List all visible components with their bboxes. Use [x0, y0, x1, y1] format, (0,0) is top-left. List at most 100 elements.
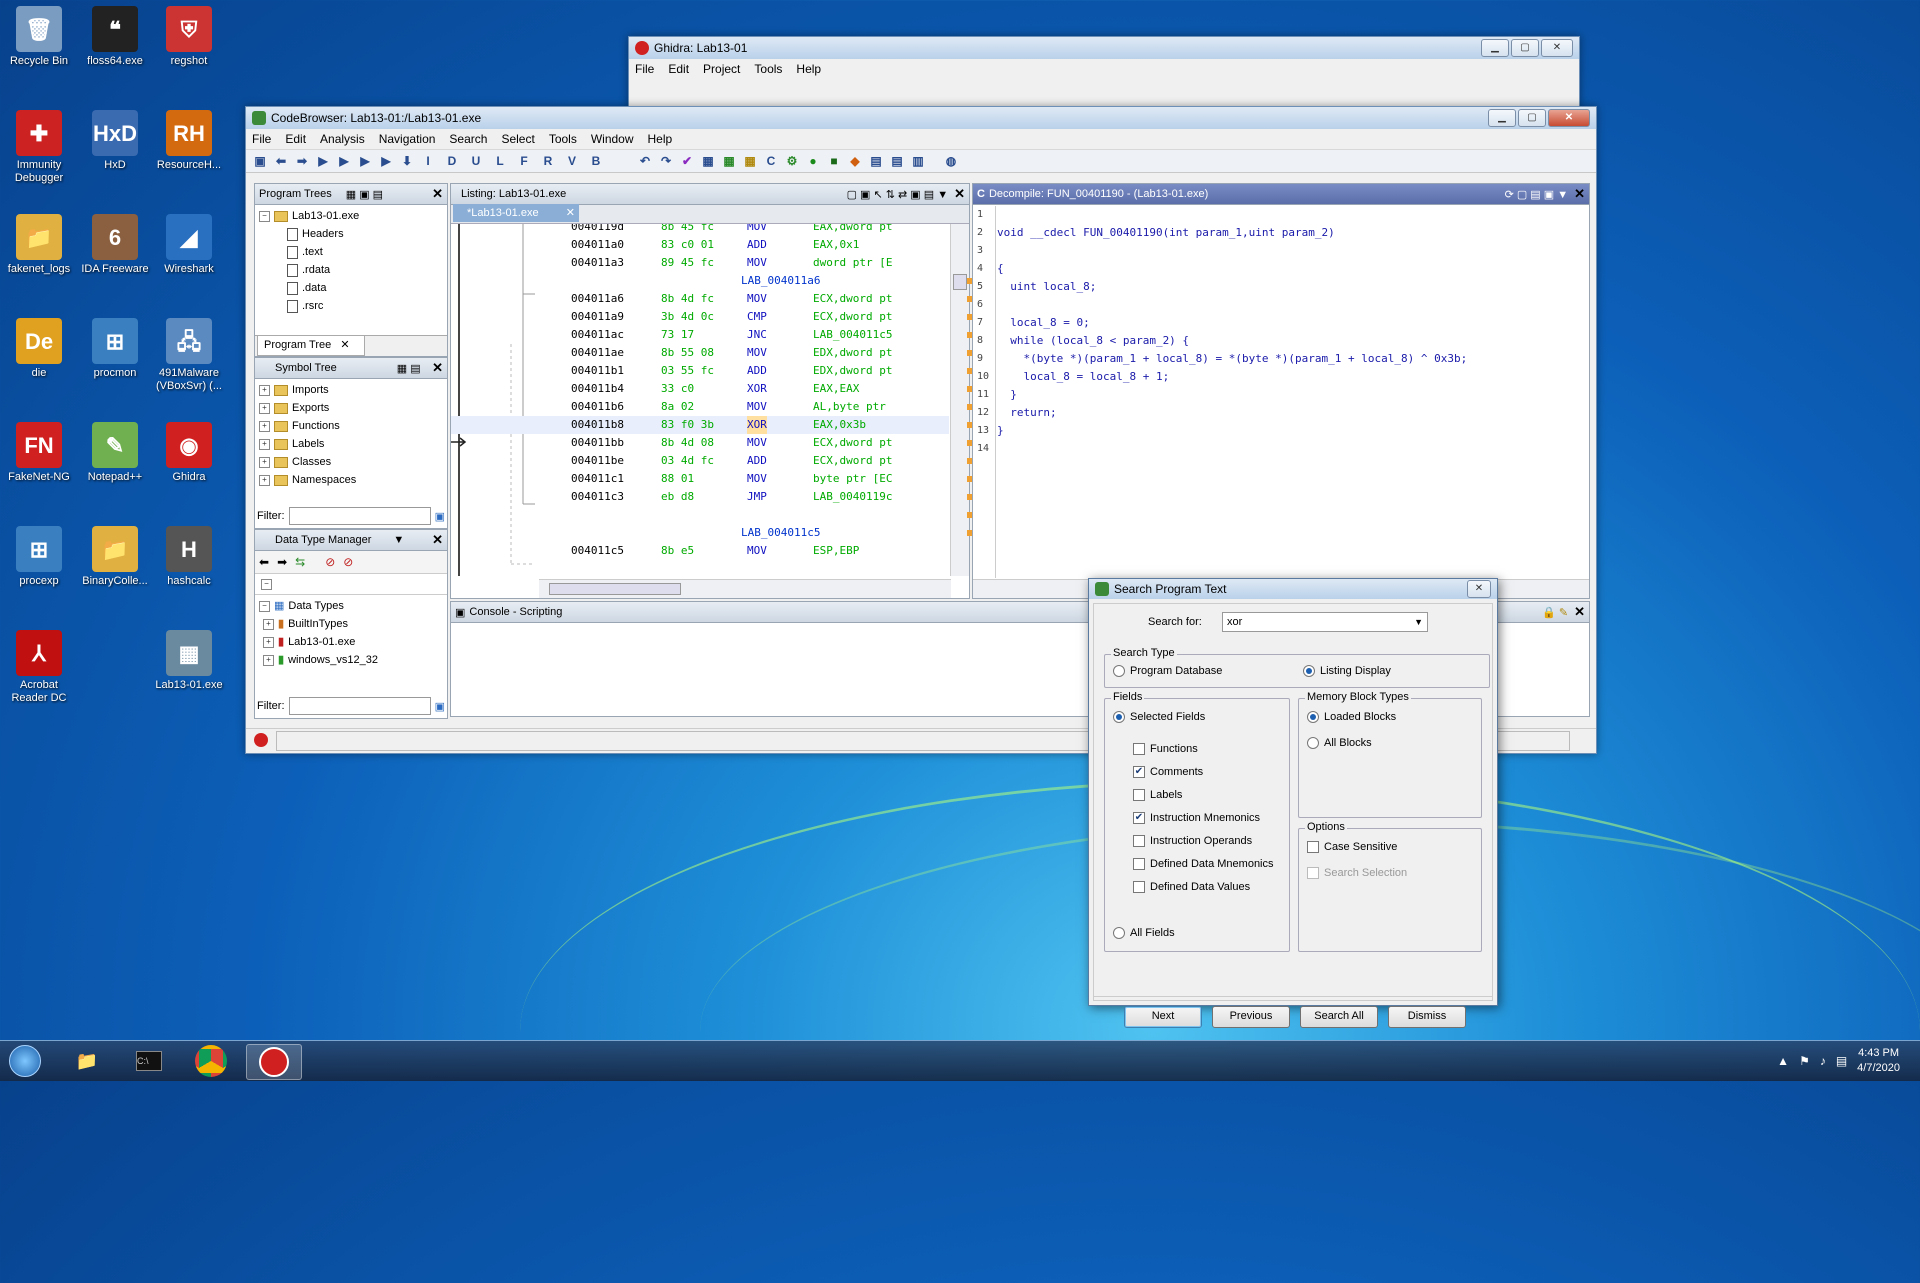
operand[interactable]: byte ptr [EC	[813, 470, 892, 488]
menu-search[interactable]: Search	[449, 132, 487, 146]
close-icon[interactable]: ✕	[432, 186, 443, 202]
decompile-tools-icon[interactable]: ⟳ ▢ ▤ ▣ ▼	[1505, 188, 1569, 201]
codebrowser-titlebar[interactable]: CodeBrowser: Lab13-01:/Lab13-01.exe ▁ ▢ …	[246, 107, 1596, 129]
symbol-tree-item[interactable]: + Imports	[259, 381, 443, 399]
tab-lab13-01[interactable]: *Lab13-01.exe ✕	[453, 204, 579, 222]
operand[interactable]: EAX,dword pt	[813, 224, 892, 236]
menu-analysis[interactable]: Analysis	[320, 132, 365, 146]
desktop-icon[interactable]: ⊞ procexp	[2, 526, 76, 588]
redo-icon[interactable]: ↷	[658, 153, 674, 169]
menu-edit[interactable]: Edit	[668, 62, 689, 76]
maximize-button[interactable]: ▢	[1518, 109, 1546, 127]
ghidra-titlebar[interactable]: Ghidra: Lab13-01 ▁ ▢ ✕	[629, 37, 1579, 59]
address[interactable]: 004011c3	[571, 488, 624, 506]
forward-icon[interactable]: ➡	[294, 153, 310, 169]
tree-item[interactable]: .rdata	[259, 261, 443, 279]
operand[interactable]: EDX,dword pt	[813, 344, 892, 362]
expand-icon[interactable]: +	[259, 384, 270, 396]
data-types-root[interactable]: − ▦ Data Types	[259, 597, 443, 615]
operand[interactable]: ECX,dword pt	[813, 308, 892, 326]
code-label[interactable]: LAB_004011a6	[741, 272, 820, 290]
tree-item[interactable]: .data	[259, 279, 443, 297]
checkbox-case-sensitive[interactable]: Case Sensitive	[1307, 841, 1397, 853]
listing-row[interactable]: 004011c3 eb d8 JMP LAB_0040119c	[451, 488, 949, 506]
toolbar-letter-button[interactable]: L	[492, 153, 508, 169]
desktop-icon[interactable]: FN FakeNet-NG	[2, 422, 76, 484]
decompile-line[interactable]: 7 local_8 = 0;	[973, 314, 1573, 332]
tree-item[interactable]: Headers	[259, 225, 443, 243]
operand[interactable]: dword ptr [E	[813, 254, 892, 272]
close-button[interactable]: ✕	[1548, 109, 1590, 127]
symbol-filter-input[interactable]	[288, 507, 431, 525]
address[interactable]: 004011ac	[571, 326, 624, 344]
tray-arrow-icon[interactable]: ▲	[1777, 1054, 1789, 1068]
code-label[interactable]: LAB_004011c5	[741, 524, 820, 542]
desktop-icon[interactable]: ✚ Immunity Debugger	[2, 110, 76, 185]
forward-icon[interactable]: ➡	[277, 555, 287, 569]
listing-label-row[interactable]: LAB_004011c5	[451, 524, 949, 542]
radio-listing-display[interactable]: Listing Display	[1303, 665, 1391, 677]
menu-help[interactable]: Help	[648, 132, 673, 146]
previous-button[interactable]: Previous	[1212, 1006, 1290, 1028]
desktop-icon[interactable]: ⅄ Acrobat Reader DC	[2, 630, 76, 705]
back-icon[interactable]: ⬅	[273, 153, 289, 169]
desktop-icon[interactable]: ⛨ regshot	[152, 6, 226, 68]
mnemonic[interactable]: MOV	[747, 290, 767, 308]
listing-row[interactable]: 004011b1 03 55 fc ADD EDX,dword pt	[451, 362, 949, 380]
toolbar-letter-button[interactable]: B	[588, 153, 604, 169]
desktop-icon[interactable]: De die	[2, 318, 76, 380]
mnemonic[interactable]: ADD	[747, 452, 767, 470]
decompile-line[interactable]: 11 }	[973, 386, 1573, 404]
maximize-button[interactable]: ▢	[1511, 39, 1539, 57]
taskbar-cmd[interactable]: C:\	[122, 1044, 176, 1078]
close-icon[interactable]: ✕	[432, 532, 443, 548]
radio-all-blocks[interactable]: All Blocks	[1307, 737, 1372, 749]
tool-icon[interactable]: ▦	[742, 153, 758, 169]
tool-icon[interactable]: ▤	[868, 153, 884, 169]
tool-icon[interactable]: ⚙	[784, 153, 800, 169]
address[interactable]: 004011c5	[571, 542, 624, 560]
tool-icon[interactable]: ▥	[910, 153, 926, 169]
decompile-body[interactable]: 1 2 void __cdecl FUN_00401190(int param_1,…	[973, 206, 1589, 578]
radio-program-database[interactable]: Program Database	[1113, 665, 1222, 677]
mnemonic[interactable]: MOV	[747, 542, 767, 560]
tool-icon[interactable]: ■	[826, 153, 842, 169]
mnemonic[interactable]: MOV	[747, 254, 767, 272]
listing-row[interactable]: 004011b8 83 f0 3b XOR EAX,0x3b	[451, 416, 949, 434]
radio-selected-fields[interactable]: Selected Fields	[1113, 711, 1205, 723]
listing-row[interactable]: 004011a0 83 c0 01 ADD EAX,0x1	[451, 236, 949, 254]
decompile-line[interactable]: 4{	[973, 260, 1573, 278]
data-type-filter-input[interactable]	[288, 697, 431, 715]
address[interactable]: 004011ae	[571, 344, 624, 362]
panel-tool-icon[interactable]: ▦ ▤	[397, 362, 421, 375]
expand-icon[interactable]: +	[259, 474, 270, 486]
mnemonic[interactable]: MOV	[747, 224, 767, 236]
checkbox-comments[interactable]: ✔ Comments	[1133, 766, 1203, 778]
decompile-line[interactable]: 6	[973, 296, 1573, 314]
network-icon[interactable]: ▤	[1836, 1054, 1847, 1068]
toolbar-letter-button[interactable]: U	[468, 153, 484, 169]
menu-help[interactable]: Help	[796, 62, 821, 76]
close-icon[interactable]: ✕	[954, 186, 965, 202]
tool-icon[interactable]: ◆	[847, 153, 863, 169]
decompile-line[interactable]: 12 return;	[973, 404, 1573, 422]
back-icon[interactable]: ⬅	[259, 555, 269, 569]
mnemonic[interactable]: XOR	[747, 416, 767, 434]
search-program-text-dialog[interactable]: Search Program Text ✕ Search for: xor ▼ …	[1088, 578, 1498, 1028]
nav-icon[interactable]: ▶	[378, 153, 394, 169]
expand-icon[interactable]: +	[259, 438, 270, 450]
mnemonic[interactable]: JNC	[747, 326, 767, 344]
mnemonic[interactable]: ADD	[747, 236, 767, 254]
clock[interactable]: 4:43 PM 4/7/2020	[1857, 1046, 1900, 1076]
minimize-button[interactable]: ▁	[1488, 109, 1516, 127]
flag-icon[interactable]: ⚑	[1799, 1054, 1810, 1068]
operand[interactable]: ECX,dword pt	[813, 434, 892, 452]
mnemonic[interactable]: ADD	[747, 362, 767, 380]
save-icon[interactable]: ▣	[252, 153, 268, 169]
address[interactable]: 004011b6	[571, 398, 624, 416]
chevron-down-icon[interactable]: ▼	[1414, 613, 1423, 631]
menu-navigation[interactable]: Navigation	[379, 132, 436, 146]
desktop-icon[interactable]: ◢ Wireshark	[152, 214, 226, 276]
data-type-item[interactable]: + ▮ Lab13-01.exe	[259, 633, 443, 651]
address[interactable]: 004011a0	[571, 236, 624, 254]
